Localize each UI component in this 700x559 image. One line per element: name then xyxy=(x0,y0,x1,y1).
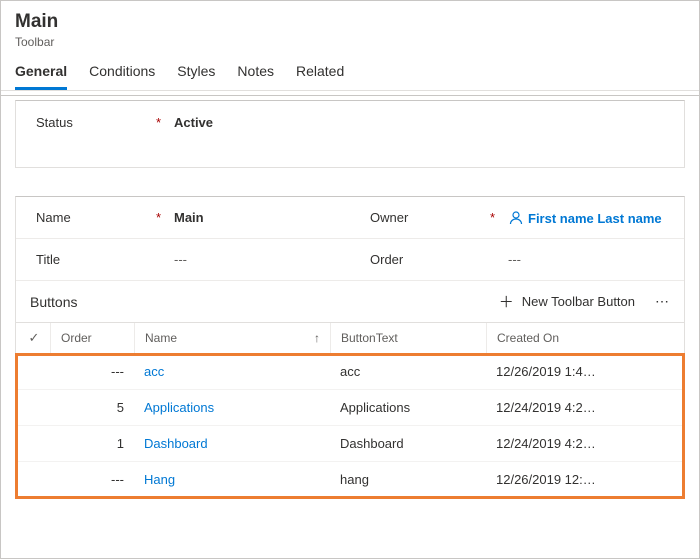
col-buttontext[interactable]: ButtonText xyxy=(330,323,486,353)
status-label: Status xyxy=(26,115,156,130)
cell-order: --- xyxy=(50,462,134,497)
link-dashboard[interactable]: Dashboard xyxy=(144,436,208,451)
table-row[interactable]: --- Hang hang 12/26/2019 12:… xyxy=(16,462,684,498)
link-applications[interactable]: Applications xyxy=(144,400,214,415)
cell-order: --- xyxy=(50,354,134,389)
owner-value[interactable]: First name Last name xyxy=(508,210,674,226)
col-order[interactable]: Order xyxy=(50,323,134,353)
tab-related[interactable]: Related xyxy=(296,63,344,90)
cell-createdon: 12/26/2019 12:… xyxy=(486,462,684,497)
table-row[interactable]: 5 Applications Applications 12/24/2019 4… xyxy=(16,390,684,426)
owner-label: Owner xyxy=(360,210,490,225)
main-panel: Name * Main Owner * First name Last name… xyxy=(15,196,685,499)
cell-name: Hang xyxy=(134,462,330,497)
grid-body: --- acc acc 12/26/2019 1:4… 5 Applicatio… xyxy=(16,354,684,498)
cell-buttontext: acc xyxy=(330,354,486,389)
grid-header: ✓ Order Name ↑ ButtonText Created On xyxy=(16,322,684,354)
tab-conditions[interactable]: Conditions xyxy=(89,63,155,90)
name-value[interactable]: Main xyxy=(174,210,340,225)
cell-order: 1 xyxy=(50,426,134,461)
page-subtitle: Toolbar xyxy=(15,35,685,49)
order-value[interactable]: --- xyxy=(508,252,674,267)
cell-buttontext: Dashboard xyxy=(330,426,486,461)
page-title: Main xyxy=(15,11,685,33)
order-label: Order xyxy=(360,252,490,267)
status-value[interactable]: Active xyxy=(174,115,674,130)
cell-buttontext: hang xyxy=(330,462,486,497)
cell-name: Dashboard xyxy=(134,426,330,461)
cell-buttontext: Applications xyxy=(330,390,486,425)
link-acc[interactable]: acc xyxy=(144,364,164,379)
status-panel: Status * Active xyxy=(15,100,685,168)
tab-notes[interactable]: Notes xyxy=(237,63,274,90)
title-label: Title xyxy=(26,252,156,267)
plus-icon: ＋ xyxy=(499,291,514,312)
cell-name: acc xyxy=(134,354,330,389)
new-toolbar-button-label: New Toolbar Button xyxy=(522,294,635,309)
link-hang[interactable]: Hang xyxy=(144,472,175,487)
sort-asc-icon: ↑ xyxy=(314,331,320,345)
new-toolbar-button[interactable]: ＋ New Toolbar Button xyxy=(499,291,635,312)
cell-createdon: 12/24/2019 4:2… xyxy=(486,426,684,461)
required-icon: * xyxy=(156,210,164,225)
table-row[interactable]: 1 Dashboard Dashboard 12/24/2019 4:2… xyxy=(16,426,684,462)
tab-styles[interactable]: Styles xyxy=(177,63,215,90)
cell-order: 5 xyxy=(50,390,134,425)
check-icon: ✓ xyxy=(29,330,40,346)
col-name[interactable]: Name ↑ xyxy=(134,323,330,353)
tab-general[interactable]: General xyxy=(15,63,67,90)
cell-createdon: 12/26/2019 1:4… xyxy=(486,354,684,389)
required-icon: * xyxy=(490,210,498,225)
col-createdon[interactable]: Created On xyxy=(486,323,684,353)
tabs: General Conditions Styles Notes Related xyxy=(1,49,699,91)
name-label: Name xyxy=(26,210,156,225)
required-icon: * xyxy=(156,115,164,130)
owner-name: First name Last name xyxy=(528,211,662,226)
table-row[interactable]: --- acc acc 12/26/2019 1:4… xyxy=(16,354,684,390)
select-all-checkbox[interactable]: ✓ xyxy=(18,330,50,346)
person-icon xyxy=(508,210,524,226)
more-actions-button[interactable]: ⋯ xyxy=(649,293,676,310)
buttons-section-label: Buttons xyxy=(30,294,77,310)
cell-createdon: 12/24/2019 4:2… xyxy=(486,390,684,425)
title-value[interactable]: --- xyxy=(174,252,340,267)
col-name-label: Name xyxy=(145,331,177,345)
cell-name: Applications xyxy=(134,390,330,425)
